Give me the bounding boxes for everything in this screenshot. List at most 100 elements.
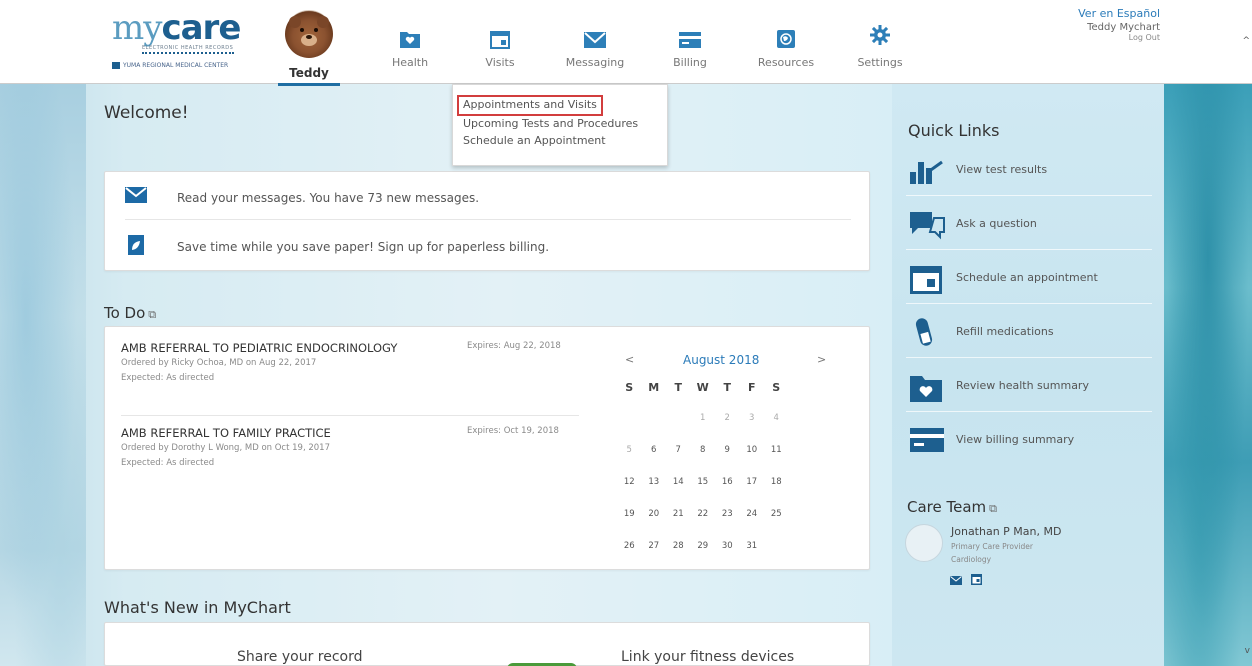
- menu-item-schedule-appointment[interactable]: Schedule an Appointment: [463, 134, 667, 151]
- nav-billing-label: Billing: [673, 56, 707, 69]
- share-record-promo[interactable]: Share your record: [237, 649, 363, 665]
- calendar-day[interactable]: 24: [740, 509, 765, 519]
- globe-icon: [777, 30, 795, 48]
- user-name: Teddy Mychart: [1087, 22, 1160, 33]
- calendar-day[interactable]: 27: [642, 541, 667, 551]
- calendar-week-row: 19 20 21 22 23 24 25: [617, 509, 847, 541]
- quick-link-view-billing-summary[interactable]: View billing summary: [906, 416, 1152, 466]
- nav-teddy[interactable]: Teddy: [278, 6, 340, 86]
- calendar-day[interactable]: 4: [764, 413, 789, 423]
- patient-avatar: [285, 10, 333, 58]
- message-provider-envelope-icon[interactable]: [950, 576, 962, 585]
- todo-item-ordered: Ordered by Ricky Ochoa, MD on Aug 22, 20…: [121, 358, 317, 368]
- credit-card-icon: [910, 428, 944, 452]
- nav-teddy-label: Teddy: [289, 66, 329, 80]
- calendar-day[interactable]: 30: [715, 541, 740, 551]
- provider-specialty: Cardiology: [951, 555, 992, 564]
- calendar-day[interactable]: 26: [617, 541, 642, 551]
- nav-resources[interactable]: Resources: [748, 6, 824, 69]
- new-messages-notice[interactable]: Read your messages. You have 73 new mess…: [125, 172, 851, 220]
- calendar-weekday: M: [648, 381, 660, 394]
- calendar-day[interactable]: 16: [715, 477, 740, 487]
- todo-item[interactable]: AMB REFERRAL TO PEDIATRIC ENDOCRINOLOGY …: [121, 341, 579, 383]
- calendar-day[interactable]: 21: [666, 509, 691, 519]
- calendar-day[interactable]: 12: [617, 477, 642, 487]
- watercolor-background-left: [0, 84, 86, 666]
- provider-avatar[interactable]: [905, 524, 943, 562]
- calendar-weekday: S: [772, 381, 781, 394]
- nav-settings[interactable]: Settings: [852, 6, 908, 69]
- calendar-day[interactable]: 13: [642, 477, 667, 487]
- quick-link-label: View test results: [956, 163, 1048, 176]
- scroll-up-arrow-icon[interactable]: ^: [1242, 36, 1250, 46]
- calendar-day[interactable]: 29: [691, 541, 716, 551]
- external-link-icon[interactable]: ⧉: [148, 308, 156, 321]
- logout-link[interactable]: Log Out: [1078, 33, 1160, 42]
- calendar-day[interactable]: 17: [740, 477, 765, 487]
- nav-billing[interactable]: Billing: [660, 6, 720, 69]
- calendar-next-button[interactable]: >: [817, 353, 826, 366]
- logo-care-text: care: [161, 8, 241, 48]
- calendar-day[interactable]: 28: [666, 541, 691, 551]
- calendar-icon: [910, 266, 942, 294]
- todo-item[interactable]: AMB REFERRAL TO FAMILY PRACTICE Ordered …: [121, 415, 579, 468]
- spanish-language-link[interactable]: Ver en Español: [1078, 7, 1160, 20]
- calendar-month-label: August 2018: [683, 353, 760, 367]
- provider-name[interactable]: Jonathan P Man, MD: [951, 525, 1061, 538]
- calendar-day[interactable]: 15: [691, 477, 716, 487]
- calendar-day[interactable]: 2: [715, 413, 740, 423]
- menu-item-upcoming-tests[interactable]: Upcoming Tests and Procedures: [463, 117, 667, 134]
- paperless-billing-notice[interactable]: Save time while you save paper! Sign up …: [125, 221, 851, 269]
- quick-links-title: Quick Links: [908, 121, 1000, 140]
- watercolor-background-right: [1164, 84, 1252, 666]
- calendar-day[interactable]: 11: [764, 445, 789, 455]
- schedule-provider-calendar-icon[interactable]: [971, 574, 983, 585]
- calendar-day[interactable]: 7: [666, 445, 691, 455]
- nav-resources-label: Resources: [757, 56, 815, 69]
- calendar-week-row: 1234: [617, 413, 847, 445]
- scroll-down-arrow-icon[interactable]: v: [1245, 646, 1250, 656]
- calendar-day[interactable]: 31: [740, 541, 765, 551]
- care-team-title: Care Team ⧉: [907, 498, 997, 516]
- nav-health[interactable]: Health: [380, 6, 440, 69]
- nav-messaging[interactable]: Messaging: [560, 6, 630, 69]
- organization-mark-icon: [112, 62, 120, 69]
- logo-dots: [142, 52, 234, 55]
- logo-organization-text: YUMA REGIONAL MEDICAL CENTER: [123, 62, 229, 69]
- fitness-devices-promo[interactable]: Link your fitness devices: [621, 649, 794, 665]
- calendar-day[interactable]: 5: [617, 445, 642, 455]
- quick-link-label: View billing summary: [956, 433, 1075, 446]
- quick-link-view-test-results[interactable]: View test results: [906, 146, 1152, 196]
- calendar-day[interactable]: 18: [764, 477, 789, 487]
- calendar-day[interactable]: 3: [740, 413, 765, 423]
- calendar-day[interactable]: 1: [691, 413, 716, 423]
- calendar-day[interactable]: 9: [715, 445, 740, 455]
- external-link-icon[interactable]: ⧉: [989, 502, 997, 515]
- calendar-day[interactable]: 22: [691, 509, 716, 519]
- quick-link-review-health-summary[interactable]: Review health summary: [906, 362, 1152, 412]
- quick-link-schedule-appointment[interactable]: Schedule an appointment: [906, 254, 1152, 304]
- calendar-day[interactable]: 10: [740, 445, 765, 455]
- calendar-day[interactable]: 8: [691, 445, 716, 455]
- gear-icon: [870, 25, 890, 45]
- mycare-logo[interactable]: mycare ELECTRONIC HEALTH RECORDS YUMA RE…: [112, 8, 272, 69]
- folder-heart-icon: [910, 376, 942, 402]
- calendar-day[interactable]: 23: [715, 509, 740, 519]
- calendar-day[interactable]: 6: [642, 445, 667, 455]
- todo-item-expected: Expected: As directed: [121, 373, 215, 383]
- quick-link-ask-a-question[interactable]: Ask a question: [906, 200, 1152, 250]
- nav-messaging-label: Messaging: [565, 56, 625, 69]
- calendar-day[interactable]: 14: [666, 477, 691, 487]
- new-messages-text: Read your messages. You have 73 new mess…: [177, 191, 480, 205]
- calendar-week-row: 12 13 14 15 16 17 18: [617, 477, 847, 509]
- calendar-prev-button[interactable]: <: [625, 353, 634, 366]
- calendar-week-row: 5 6 7 8 9 10 11: [617, 445, 847, 477]
- menu-item-appointments-and-visits[interactable]: Appointments and Visits: [457, 95, 603, 116]
- quick-link-label: Review health summary: [956, 379, 1089, 392]
- calendar-day[interactable]: 25: [764, 509, 789, 519]
- calendar-day[interactable]: 20: [642, 509, 667, 519]
- provider-actions: [950, 570, 983, 589]
- calendar-day[interactable]: 19: [617, 509, 642, 519]
- quick-link-refill-medications[interactable]: Refill medications: [906, 308, 1152, 358]
- nav-visits[interactable]: Visits: [470, 6, 530, 69]
